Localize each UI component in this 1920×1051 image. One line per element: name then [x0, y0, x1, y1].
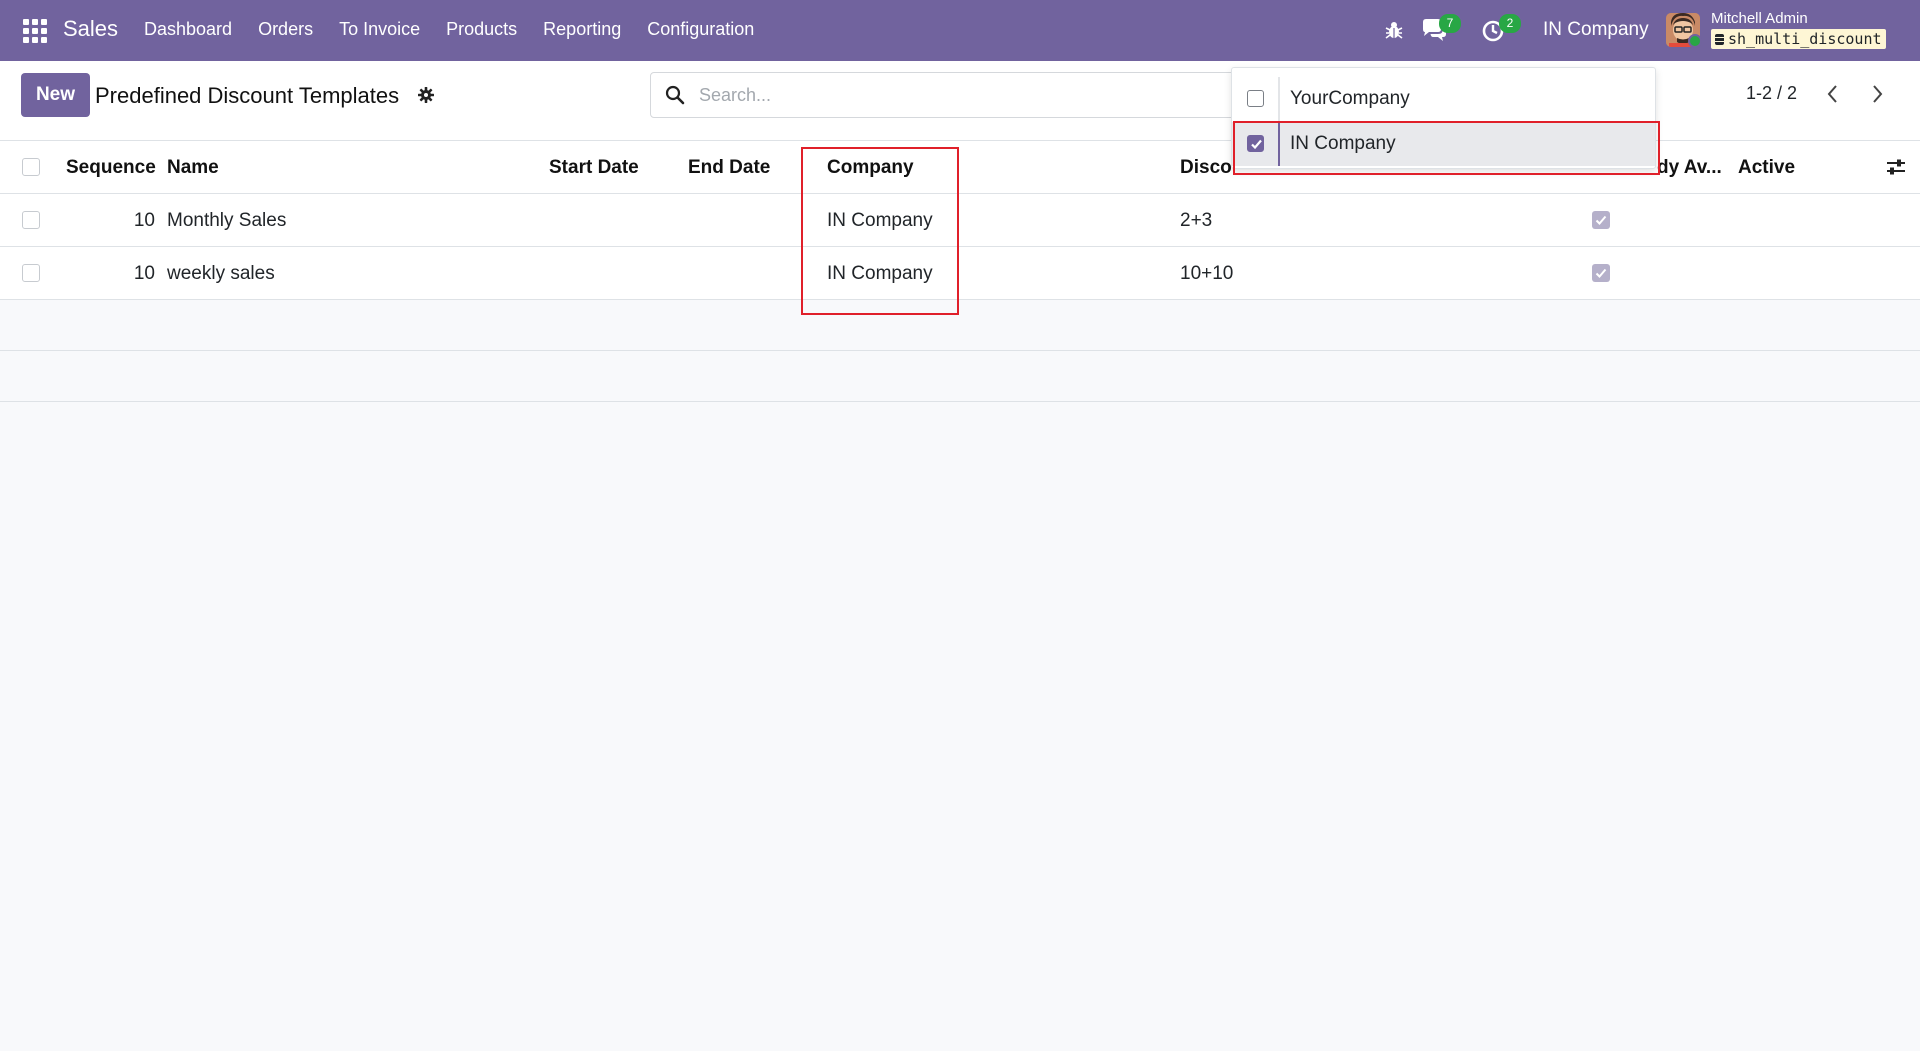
available-checkbox [1592, 211, 1610, 229]
col-active[interactable]: Active [1738, 157, 1795, 179]
col-available[interactable]: dy Av... [1657, 157, 1722, 179]
col-end-date[interactable]: End Date [688, 157, 770, 179]
menu-configuration[interactable]: Configuration [647, 19, 754, 40]
menu-dashboard[interactable]: Dashboard [144, 19, 232, 40]
cell-name: Monthly Sales [167, 210, 287, 231]
table-row[interactable]: 10 weekly sales IN Company 10+10 [0, 247, 1920, 300]
chevron-left-icon[interactable] [1824, 83, 1842, 105]
menu-reporting[interactable]: Reporting [543, 19, 621, 40]
divider [1278, 77, 1280, 121]
empty-row [0, 300, 1920, 351]
divider [1278, 122, 1280, 166]
database-icon [1715, 34, 1724, 45]
messages-count-badge: 7 [1439, 14, 1461, 33]
cell-sequence: 10 [133, 210, 155, 231]
new-button[interactable]: New [21, 73, 90, 117]
company-checkbox[interactable] [1247, 135, 1264, 152]
chevron-right-icon[interactable] [1868, 83, 1886, 105]
company-option-in-company[interactable]: IN Company [1232, 122, 1655, 166]
company-checkbox[interactable] [1247, 90, 1264, 107]
empty-row [0, 351, 1920, 402]
app-brand[interactable]: Sales [63, 16, 118, 42]
col-start-date[interactable]: Start Date [549, 157, 639, 179]
database-name: sh_multi_discount [1711, 29, 1886, 49]
gear-icon[interactable] [418, 87, 434, 103]
row-checkbox[interactable] [22, 264, 40, 282]
top-navbar: Sales Dashboard Orders To Invoice Produc… [0, 0, 1920, 61]
check-icon [1251, 139, 1262, 150]
cell-discount: 2+3 [1180, 210, 1213, 231]
database-name-text: sh_multi_discount [1728, 30, 1882, 48]
table-row[interactable]: 10 Monthly Sales IN Company 2+3 [0, 194, 1920, 247]
check-icon [1595, 215, 1607, 225]
search-icon[interactable] [665, 85, 685, 105]
menu-products[interactable]: Products [446, 19, 517, 40]
company-dropdown: YourCompany IN Company [1231, 67, 1656, 169]
company-option-label[interactable]: IN Company [1290, 133, 1396, 155]
cell-discount: 10+10 [1180, 263, 1234, 284]
menu-to-invoice[interactable]: To Invoice [339, 19, 420, 40]
check-icon [1595, 268, 1607, 278]
page-title: Predefined Discount Templates [95, 83, 400, 108]
select-all-checkbox[interactable] [22, 158, 40, 176]
company-option-label[interactable]: YourCompany [1290, 88, 1410, 110]
search-input[interactable] [699, 79, 1199, 111]
col-name[interactable]: Name [167, 157, 219, 179]
cell-name: weekly sales [167, 263, 275, 284]
row-checkbox[interactable] [22, 211, 40, 229]
company-option-yourcompany[interactable]: YourCompany [1232, 77, 1655, 121]
cell-company: IN Company [827, 210, 933, 231]
available-checkbox [1592, 264, 1610, 282]
col-company[interactable]: Company [827, 157, 914, 179]
online-status-dot [1688, 34, 1702, 48]
apps-grid-icon[interactable] [23, 19, 47, 43]
optional-columns-icon[interactable] [1885, 157, 1907, 177]
cell-company: IN Company [827, 263, 933, 284]
col-sequence[interactable]: Sequence [66, 157, 156, 179]
company-switcher[interactable]: IN Company [1543, 19, 1649, 41]
main-menu: Dashboard Orders To Invoice Products Rep… [144, 19, 780, 40]
activity-count-badge: 2 [1499, 14, 1521, 33]
menu-orders[interactable]: Orders [258, 19, 313, 40]
col-discount[interactable]: Disco [1180, 157, 1232, 179]
pager-value[interactable]: 1-2 / 2 [1746, 83, 1797, 104]
cell-sequence: 10 [133, 263, 155, 284]
user-name[interactable]: Mitchell Admin [1711, 10, 1808, 27]
debug-bug-icon[interactable] [1383, 19, 1405, 41]
